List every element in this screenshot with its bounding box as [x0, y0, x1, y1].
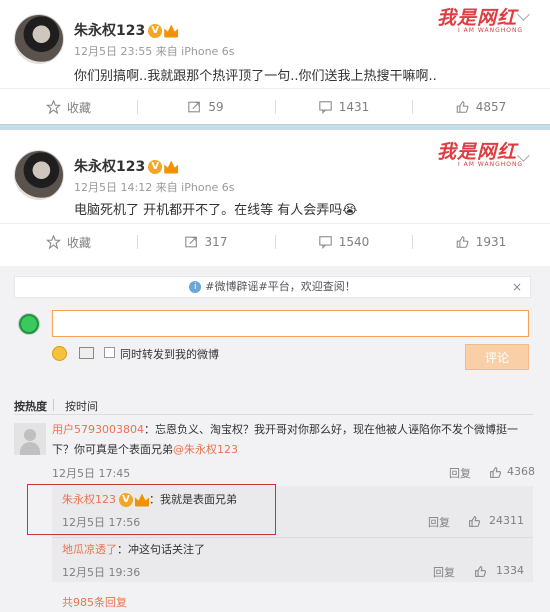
- avatar[interactable]: [14, 14, 64, 64]
- divider: [14, 414, 533, 415]
- post-2-action-bar: 收藏 317 1540 1931: [0, 223, 550, 259]
- post-meta: 12月5日 23:55 来自 iPhone 6s: [74, 45, 235, 58]
- sort-by-hot[interactable]: 按热度: [14, 398, 47, 414]
- reply-button[interactable]: 回复: [449, 465, 471, 481]
- like-button[interactable]: 4857: [412, 89, 549, 125]
- chevron-down-icon[interactable]: [517, 8, 530, 21]
- comment-time: 12月5日 17:45: [52, 467, 131, 480]
- favorite-button[interactable]: 收藏: [0, 89, 137, 125]
- post-text: 电脑死机了 开机都开不了。在线等 有人会弄吗😭: [74, 203, 358, 218]
- favorite-button[interactable]: 收藏: [0, 224, 137, 260]
- chevron-down-icon[interactable]: [517, 149, 530, 162]
- separator: [53, 399, 54, 411]
- thumbs-up-icon[interactable]: [489, 466, 502, 479]
- more-replies-link[interactable]: 共985条回复: [62, 594, 127, 610]
- post-text: 你们别搞啊..我就跟那个热评顶了一句..你们送我上热搜干嘛啊..: [74, 69, 437, 84]
- reply-text: 地瓜凉透了：冲这句话关注了: [62, 543, 205, 556]
- reply-button[interactable]: 回复: [433, 564, 455, 580]
- reply-like-count: 24311: [489, 514, 524, 527]
- vip-crown-icon: [164, 24, 179, 38]
- watermark-sub: I AM WANGHONG: [458, 161, 524, 168]
- commenter-avatar[interactable]: [14, 423, 46, 455]
- my-avatar: [18, 313, 40, 335]
- star-icon: [45, 100, 61, 114]
- like-button[interactable]: 1931: [412, 224, 549, 260]
- star-icon: [45, 235, 61, 249]
- mention-link[interactable]: @朱永权123: [173, 443, 238, 456]
- verified-badge-icon: V: [148, 24, 163, 38]
- highlight-frame: [27, 484, 276, 535]
- info-icon: i: [189, 281, 202, 293]
- image-icon[interactable]: [79, 347, 94, 359]
- post-meta: 12月5日 14:12 来自 iPhone 6s: [74, 181, 235, 194]
- verified-badge-icon: V: [148, 160, 163, 174]
- comment-button[interactable]: 1431: [275, 89, 412, 125]
- reply-button[interactable]: 回复: [428, 514, 450, 530]
- thumbs-up-icon[interactable]: [474, 565, 487, 578]
- repost-checkbox-label: 同时转发到我的微博: [120, 348, 219, 361]
- repost-checkbox[interactable]: [104, 347, 115, 358]
- watermark-sub: I AM WANGHONG: [458, 27, 524, 34]
- sort-by-time[interactable]: 按时间: [65, 398, 98, 414]
- username[interactable]: 朱永权123 V: [74, 156, 179, 176]
- divider: [52, 537, 533, 538]
- repost-icon: [187, 100, 202, 114]
- reply-time: 12月5日 19:36: [62, 566, 141, 579]
- comment-button[interactable]: 1540: [275, 224, 412, 260]
- comment-input[interactable]: [52, 310, 529, 337]
- close-icon[interactable]: ×: [512, 277, 522, 297]
- comment-text: 用户5793003804：忘恩负义、淘宝权？我开哥对你那么好，现在他被人诬陷你不…: [52, 423, 518, 456]
- repost-icon: [184, 235, 199, 249]
- watermark-logo: 我是网红: [437, 141, 518, 163]
- notice-text[interactable]: #微博辟谣#平台，欢迎查阅！: [205, 280, 355, 293]
- reply-username[interactable]: 地瓜凉透了: [62, 543, 117, 556]
- repost-button[interactable]: 317: [137, 224, 274, 260]
- emoji-icon[interactable]: [52, 346, 67, 361]
- comment-like-count: 4368: [507, 465, 535, 478]
- rumor-notice-bar: i #微博辟谣#平台，欢迎查阅！ ×: [14, 276, 531, 298]
- vip-crown-icon: [164, 160, 179, 174]
- comment-username[interactable]: 用户5793003804: [52, 423, 144, 436]
- submit-comment-button[interactable]: 评论: [465, 344, 529, 370]
- username[interactable]: 朱永权123 V: [74, 20, 179, 40]
- thumbs-up-icon: [455, 235, 470, 249]
- post-1-action-bar: 收藏 59 1431 4857: [0, 88, 550, 124]
- avatar[interactable]: [14, 150, 64, 200]
- repost-button[interactable]: 59: [137, 89, 274, 125]
- thumbs-up-icon[interactable]: [468, 515, 481, 528]
- watermark-logo: 我是网红: [437, 7, 518, 29]
- thumbs-up-icon: [455, 100, 470, 114]
- comment-icon: [318, 235, 333, 249]
- comment-icon: [318, 100, 333, 114]
- reply-like-count: 1334: [496, 564, 524, 577]
